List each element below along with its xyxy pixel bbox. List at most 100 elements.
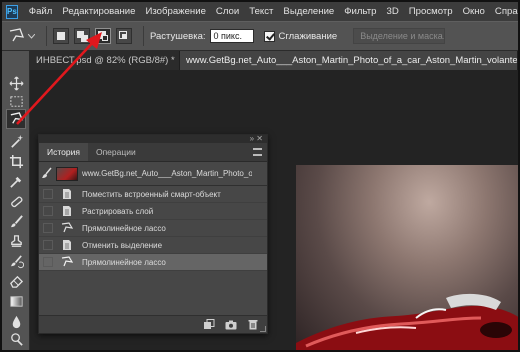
blur-tool[interactable] <box>6 311 26 331</box>
polygonal-lasso-icon <box>10 111 23 124</box>
panel-footer <box>39 315 267 333</box>
collapse-icon[interactable]: » ✕ <box>250 134 263 143</box>
tools-panel <box>2 51 30 350</box>
menu-layers[interactable]: Слои <box>211 6 244 17</box>
photoshop-logo: Ps <box>6 4 18 19</box>
water-drop-icon <box>12 315 20 328</box>
polygonal-lasso-tool[interactable] <box>6 109 26 129</box>
eyedropper-icon <box>9 176 21 188</box>
polygonal-lasso-icon <box>61 222 73 234</box>
crop-icon <box>9 154 23 168</box>
document-icon <box>61 188 73 200</box>
source-checkbox[interactable] <box>43 240 53 250</box>
trash-icon[interactable] <box>247 319 259 330</box>
square-icon <box>122 34 126 38</box>
magic-wand-tool[interactable] <box>6 131 26 151</box>
add-to-selection-button[interactable] <box>74 28 90 44</box>
move-tool[interactable] <box>6 73 26 93</box>
source-checkbox[interactable] <box>43 223 53 233</box>
history-state[interactable]: Прямолинейное лассо <box>39 220 267 237</box>
snapshot-row[interactable]: www.GetBg.net_Auto___Aston_Martin_Photo_… <box>39 162 267 186</box>
document-icon <box>61 239 73 251</box>
brush-tool[interactable] <box>6 211 26 231</box>
history-state-label: Прямолинейное лассо <box>82 257 166 267</box>
feather-label: Растушевка: <box>150 30 206 42</box>
tool-preset-picker[interactable] <box>8 25 40 47</box>
history-state-selected[interactable]: Прямолинейное лассо <box>39 254 267 271</box>
intersect-selection-button[interactable] <box>116 28 132 44</box>
polygonal-lasso-icon <box>61 256 73 268</box>
move-icon <box>9 76 23 90</box>
separator <box>143 26 144 46</box>
chevron-down-icon <box>28 33 35 39</box>
dodge-icon <box>10 332 23 346</box>
menu-type[interactable]: Текст <box>244 6 278 17</box>
history-panel: » ✕ История Операции www.GetBg.net_Auto_… <box>38 134 268 334</box>
rectangular-marquee-icon <box>9 95 23 107</box>
menu-edit[interactable]: Редактирование <box>57 6 140 17</box>
tab-actions[interactable]: Операции <box>88 143 144 161</box>
document-tabs: ИНВЕСТ.psd @ 82% (RGB/8#) * www.GetBg.ne… <box>30 51 518 70</box>
document-icon <box>61 205 73 217</box>
tab-history[interactable]: История <box>39 143 88 161</box>
magic-wand-icon <box>10 134 23 148</box>
menu-view[interactable]: Просмотр <box>404 6 458 17</box>
menu-select[interactable]: Выделение <box>278 6 339 17</box>
history-state-label: Прямолинейное лассо <box>82 223 166 233</box>
snapshot-thumbnail <box>56 166 78 181</box>
eraser-tool[interactable] <box>6 271 26 291</box>
history-brush-source-icon <box>42 167 52 178</box>
square-icon <box>81 35 88 42</box>
tab-invest-psd[interactable]: ИНВЕСТ.psd @ 82% (RGB/8#) * <box>30 51 180 70</box>
source-checkbox[interactable] <box>43 206 53 216</box>
gradient-tool[interactable] <box>6 291 26 311</box>
marquee-tool[interactable] <box>6 91 26 111</box>
new-document-from-state-icon[interactable] <box>203 319 215 330</box>
snapshot-label: www.GetBg.net_Auto___Aston_Martin_Photo_… <box>82 169 252 178</box>
antialias-label: Сглаживание <box>278 30 338 42</box>
feather-input[interactable]: 0 пикс. <box>209 29 254 43</box>
antialias-checkbox[interactable] <box>263 30 275 42</box>
history-state-label: Растрировать слой <box>82 206 154 216</box>
source-checkbox[interactable] <box>43 257 53 267</box>
menu-3d[interactable]: 3D <box>382 6 404 17</box>
eraser-icon <box>9 275 23 288</box>
eyedropper-tool[interactable] <box>6 171 26 191</box>
menu-image[interactable]: Изображение <box>140 6 210 17</box>
car-photo <box>296 165 518 350</box>
subtract-from-selection-button[interactable] <box>95 28 111 44</box>
options-bar: Растушевка: 0 пикс. Сглаживание Выделени… <box>2 21 518 51</box>
history-state-label: Поместить встроенный смарт-объект <box>82 189 221 199</box>
menu-help[interactable]: Справ <box>490 6 520 17</box>
polygonal-lasso-icon <box>9 28 24 42</box>
panel-menu-icon[interactable] <box>253 148 262 156</box>
history-brush-tool[interactable] <box>6 251 26 271</box>
camera-icon[interactable] <box>225 319 237 330</box>
bandage-icon <box>10 196 23 207</box>
history-state[interactable]: Поместить встроенный смарт-объект <box>39 186 267 203</box>
panel-title-strip[interactable]: » ✕ <box>39 134 267 143</box>
select-and-mask-button[interactable]: Выделение и маска... <box>353 28 446 44</box>
source-checkbox[interactable] <box>43 189 53 199</box>
dodge-tool[interactable] <box>6 329 26 349</box>
menu-window[interactable]: Окно <box>458 6 490 17</box>
resize-grip[interactable] <box>260 326 266 332</box>
stamp-icon <box>10 234 22 247</box>
history-brush-icon <box>10 254 24 268</box>
square-icon <box>57 32 65 40</box>
menu-filter[interactable]: Фильтр <box>339 6 381 17</box>
menu-bar: Ps Файл Редактирование Изображение Слои … <box>2 2 520 21</box>
clone-stamp-tool[interactable] <box>6 231 26 251</box>
separator <box>46 26 47 46</box>
new-selection-button[interactable] <box>53 28 69 44</box>
history-state[interactable]: Отменить выделение <box>39 237 267 254</box>
healing-brush-tool[interactable] <box>6 191 26 211</box>
menu-file[interactable]: Файл <box>24 6 58 17</box>
history-state[interactable]: Растрировать слой <box>39 203 267 220</box>
panel-tabs: История Операции <box>39 143 267 162</box>
history-state-label: Отменить выделение <box>82 240 163 250</box>
car-image <box>296 293 518 350</box>
tab-aston-martin-photo[interactable]: www.GetBg.net_Auto___Aston_Martin_Photo_… <box>180 51 518 70</box>
gradient-icon <box>9 295 23 307</box>
crop-tool[interactable] <box>6 151 26 171</box>
